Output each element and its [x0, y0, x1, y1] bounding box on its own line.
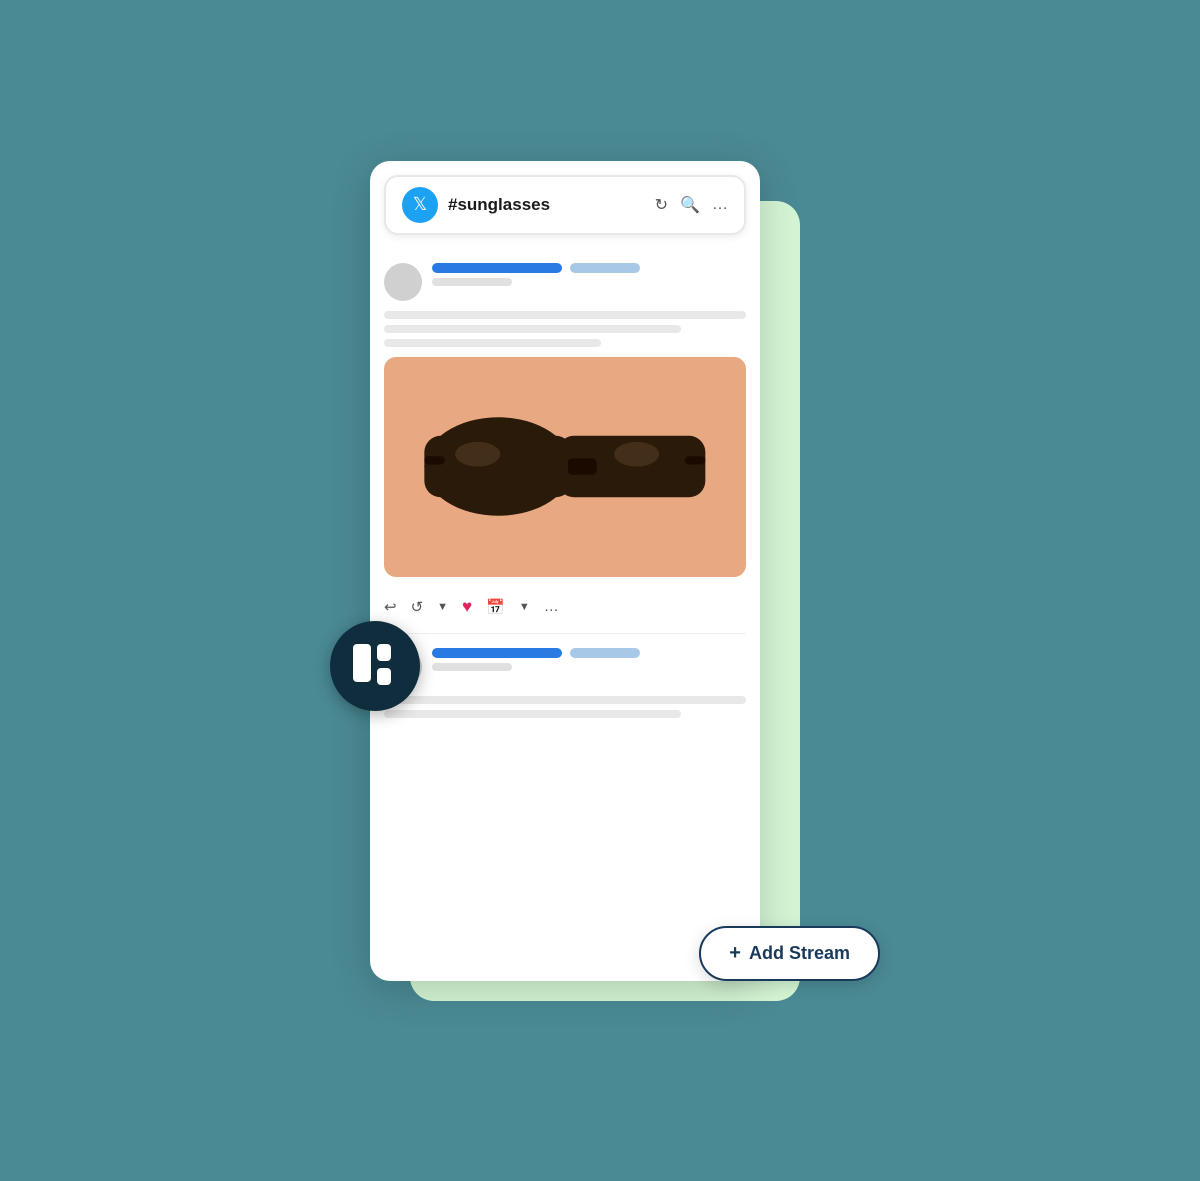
add-stream-button[interactable]: + Add Stream — [699, 926, 880, 981]
name-bar-2 — [432, 648, 562, 658]
content-area: ↩ ↺ ▼ ♥ 📅 ▼ … — [370, 235, 760, 752]
hashtag-label: #sunglasses — [448, 195, 645, 215]
text-line-2-1 — [384, 696, 746, 704]
sunglasses-svg — [411, 405, 719, 528]
tweet-image-sunglasses — [384, 357, 746, 577]
retweet-icon[interactable]: ↺ — [411, 598, 424, 616]
retweet-dropdown-icon[interactable]: ▼ — [437, 601, 448, 613]
text-line-1 — [384, 311, 746, 319]
tweet-1-actions: ↩ ↺ ▼ ♥ 📅 ▼ … — [384, 587, 746, 619]
tweet-1-text — [384, 311, 746, 347]
grid-cell-left — [353, 644, 371, 682]
more-actions-icon[interactable]: … — [544, 598, 559, 615]
avatar-1 — [384, 263, 422, 301]
name-bar-1 — [432, 263, 562, 273]
twitter-icon: 𝕏 — [402, 187, 438, 223]
name-row-1 — [432, 263, 746, 273]
header-action-icons: ↻ 🔍 … — [655, 195, 728, 215]
add-stream-plus-icon: + — [729, 942, 741, 965]
text-line-2 — [384, 325, 681, 333]
more-icon[interactable]: … — [712, 196, 728, 214]
search-header-bar: 𝕏 #sunglasses ↻ 🔍 … — [384, 175, 746, 235]
grid-cell-top-right — [377, 644, 391, 661]
hootsuite-grid-icon — [353, 644, 397, 688]
tweet-2-header — [384, 648, 746, 686]
hootsuite-logo — [330, 621, 420, 711]
scene-container: 𝕏 #sunglasses ↻ 🔍 … — [350, 141, 850, 1041]
time-bar-2 — [432, 663, 512, 671]
name-row-2 — [432, 648, 746, 658]
calendar-icon[interactable]: 📅 — [486, 598, 505, 616]
search-icon[interactable]: 🔍 — [680, 195, 700, 215]
tweet-1-header — [384, 263, 746, 301]
like-icon[interactable]: ♥ — [462, 597, 472, 617]
calendar-dropdown-icon[interactable]: ▼ — [519, 601, 530, 613]
tweet-1-meta — [432, 263, 746, 286]
reply-icon[interactable]: ↩ — [384, 598, 397, 616]
time-bar-1 — [432, 278, 512, 286]
twitter-bird-icon: 𝕏 — [413, 194, 428, 215]
add-stream-label: Add Stream — [749, 943, 850, 964]
refresh-icon[interactable]: ↻ — [655, 195, 668, 215]
tweet-card-1: ↩ ↺ ▼ ♥ 📅 ▼ … — [384, 249, 746, 634]
tweet-2-text — [384, 696, 746, 718]
main-card: 𝕏 #sunglasses ↻ 🔍 … — [370, 161, 760, 981]
grid-cell-bottom-right — [377, 668, 391, 685]
handle-bar-2 — [570, 648, 640, 658]
handle-bar-1 — [570, 263, 640, 273]
text-line-2-2 — [384, 710, 681, 718]
tweet-card-2 — [384, 634, 746, 738]
tweet-2-meta — [432, 648, 746, 671]
text-line-3 — [384, 339, 601, 347]
